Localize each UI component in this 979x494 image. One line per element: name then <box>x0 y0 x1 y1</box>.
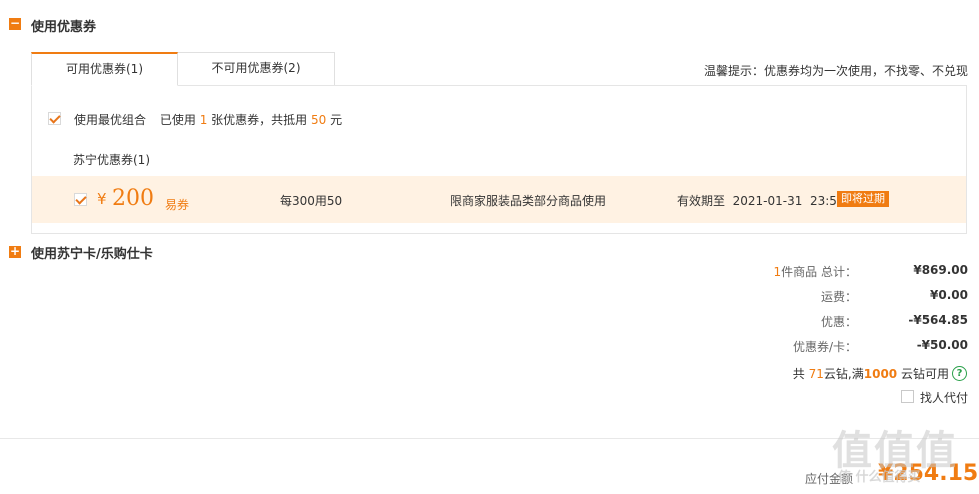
best-combo-checkbox[interactable] <box>48 112 61 125</box>
used-amount: 50 <box>311 113 327 127</box>
cloud-prefix: 共 <box>792 367 805 381</box>
used-count: 1 <box>199 113 208 127</box>
cloud-suffix: 云钻可用 <box>900 367 949 381</box>
proxy-pay-checkbox[interactable] <box>901 390 914 403</box>
best-combo-line: 使用最优组合 已使用 1 张优惠券，共抵用 50 元 <box>74 111 342 128</box>
items-label-text: 件商品 总计： <box>781 265 857 279</box>
coupon-card-value: -¥50.00 <box>916 338 968 352</box>
coupon-tip: 温馨提示：优惠券均为一次使用，不找零、不兑现 <box>703 64 968 78</box>
coupon-value: 200 <box>112 186 154 211</box>
shipping-label: 运费： <box>820 290 857 304</box>
items-total-label: 1件商品 总计： <box>774 263 857 280</box>
used-mid: 张优惠券，共抵用 <box>211 113 308 127</box>
coupon-card-label: 优惠券/卡： <box>792 340 857 354</box>
cloud-diamond-line: 共 71云钻,满1000 云钻可用 <box>793 365 949 382</box>
used-prefix: 已使用 <box>159 113 196 127</box>
discount-value: -¥564.85 <box>908 313 968 327</box>
coupon-scope: 限商家服装品类部分商品使用 <box>450 194 607 208</box>
discount-label: 优惠： <box>820 315 857 329</box>
used-unit: 元 <box>330 113 343 127</box>
best-combo-label: 使用最优组合 <box>74 113 147 127</box>
proxy-pay-label: 找人代付 <box>919 391 968 405</box>
coupon-checkbox[interactable] <box>74 193 87 206</box>
coupon-type: 易券 <box>165 198 190 212</box>
coupon-rule: 每300用50 <box>280 194 343 208</box>
shipping-value: ¥0.00 <box>930 288 968 302</box>
coupon-currency: ¥ <box>97 190 107 208</box>
coupon-group-title: 苏宁优惠券(1) <box>73 153 150 167</box>
collapse-icon[interactable]: − <box>9 17 21 30</box>
items-total-value: ¥869.00 <box>913 263 968 277</box>
cloud-count: 71 <box>808 367 824 381</box>
expiring-badge: 即将过期 <box>837 191 889 207</box>
tab-available-coupons[interactable]: 可用优惠券(1) <box>31 52 178 86</box>
tab-unavailable-coupons[interactable]: 不可用优惠券(2) <box>177 52 335 85</box>
coupon-expiry: 有效期至 2021-01-31 23:59 <box>677 194 845 208</box>
card-section-title: 使用苏宁卡/乐购仕卡 <box>31 247 153 262</box>
coupon-section-title: 使用优惠券 <box>31 20 97 35</box>
help-icon[interactable]: ? <box>952 366 967 381</box>
expand-icon[interactable]: + <box>9 245 21 258</box>
cloud-mid: 云钻,满 <box>823 367 864 381</box>
watermark-text: 值 什么值得买 <box>838 470 921 485</box>
cloud-threshold: 1000 <box>863 367 898 381</box>
